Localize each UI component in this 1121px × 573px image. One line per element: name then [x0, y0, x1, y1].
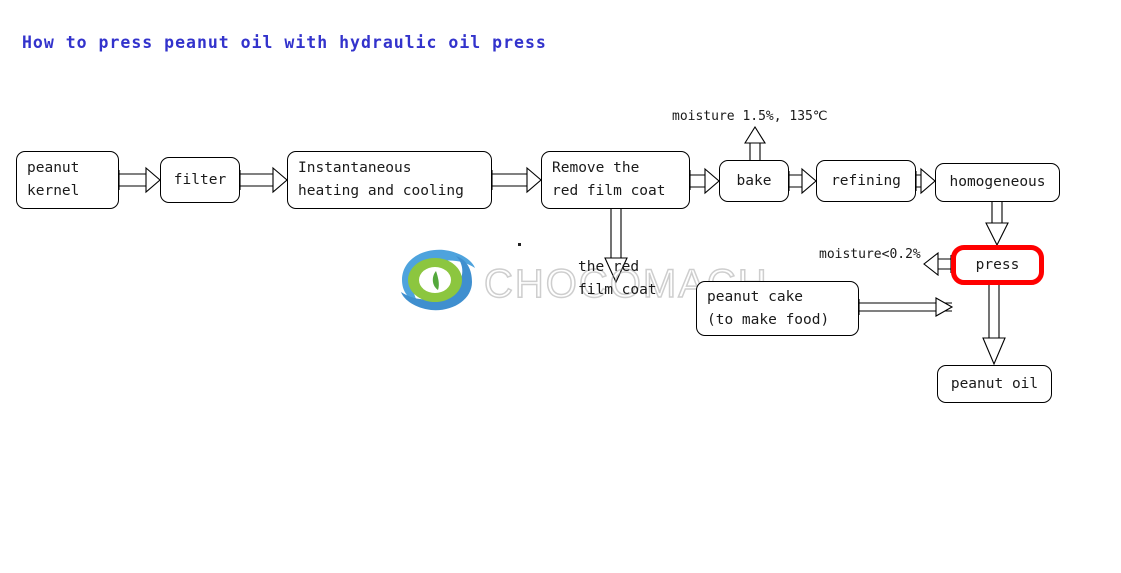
connector-press-to-press-moisture	[923, 251, 952, 277]
annotation-press-moisture: moisture<0.2%	[819, 247, 921, 262]
connector-heating-to-remove-film	[491, 166, 542, 194]
node-label-filter: filter	[173, 171, 227, 188]
connector-kernel-to-filter	[118, 166, 161, 194]
connector-homogeneous-to-press	[985, 202, 1009, 247]
node-instant-heat[interactable]: Instantaneous heating and cooling	[287, 151, 492, 209]
flowchart-canvas: .ln { stroke:#000; stroke-width:1.1; fil…	[118, 125, 1009, 366]
node-label-refining: refining	[831, 172, 901, 189]
node-peanut-cake[interactable]: peanut cake (to make food)	[696, 281, 859, 336]
node-label-peanut-oil: peanut oil	[950, 375, 1039, 392]
connector-bake-to-refining	[788, 167, 817, 195]
node-press[interactable]: press	[951, 245, 1044, 285]
connector-remove-film-to-bake	[689, 167, 720, 195]
connector-peanut-cake-to-press	[858, 297, 954, 317]
annotation-bake-condition: moisture 1.5%, 135℃	[672, 109, 828, 124]
node-homogeneous[interactable]: homogeneous	[935, 163, 1060, 202]
connector-refining-to-homogeneous	[915, 167, 936, 195]
connector-filter-to-heating	[239, 166, 288, 194]
node-label-remove-red-film: Remove the red film coat	[552, 160, 666, 199]
page-title: How to press peanut oil with hydraulic o…	[22, 33, 547, 52]
stray-dot	[518, 243, 521, 246]
node-label-bake: bake	[736, 172, 772, 189]
node-remove-red-film[interactable]: Remove the red film coat	[541, 151, 690, 209]
connector-press-to-peanut-oil	[982, 285, 1006, 366]
node-refining[interactable]: refining	[816, 160, 916, 202]
node-label-homogeneous: homogeneous	[949, 174, 1046, 190]
label-the-red-film-coat: the red film coat	[578, 259, 657, 298]
node-filter[interactable]: filter	[160, 157, 240, 203]
node-label-peanut-cake: peanut cake (to make food)	[707, 288, 830, 328]
node-peanut-kernel[interactable]: peanut kernel	[16, 151, 119, 209]
node-bake[interactable]: bake	[719, 160, 789, 202]
node-peanut-oil[interactable]: peanut oil	[937, 365, 1052, 403]
node-label-press: press	[975, 256, 1020, 273]
node-label-instant-heat: Instantaneous heating and cooling	[298, 160, 464, 199]
connector-bake-to-bake-condition	[744, 125, 766, 160]
node-label-peanut-kernel: peanut kernel	[27, 160, 80, 199]
